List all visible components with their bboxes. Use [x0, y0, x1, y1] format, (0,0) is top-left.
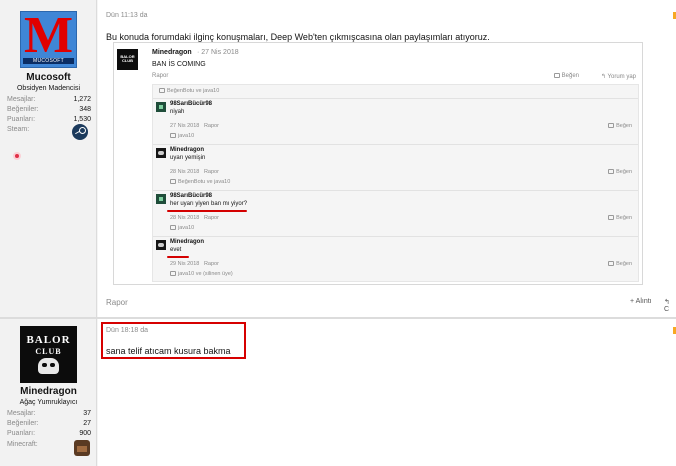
stat-points: Puanları: 900: [7, 430, 91, 437]
minecraft-head-icon[interactable]: [74, 440, 90, 456]
comment-meta: 29 Nis 2018 Rapor: [170, 261, 219, 267]
quote-button[interactable]: + Alıntı: [630, 298, 652, 305]
comment-author[interactable]: Minedragon: [170, 147, 204, 153]
quote-avatar[interactable]: BALOR CLUB: [117, 49, 138, 70]
thumb-up-icon: [170, 133, 176, 138]
stat-likes: Beğeniler: 348: [7, 106, 91, 113]
comment-avatar[interactable]: [156, 194, 166, 204]
quote-report-link[interactable]: Rapor: [152, 73, 168, 79]
thumb-up-icon: [170, 271, 176, 276]
comment-likers[interactable]: java10: [170, 133, 194, 139]
skull-icon: [38, 358, 59, 374]
thumb-up-icon: [608, 169, 615, 174]
post-report-link[interactable]: Rapor: [106, 298, 128, 307]
comment-author[interactable]: 98SarıBücür98: [170, 101, 212, 107]
comment-text: her uyarı yiyen ban mı yiyor?: [170, 201, 248, 207]
red-highlight-annotation: [101, 322, 246, 359]
user-title: Ağaç Yumruklayıcı: [19, 399, 78, 406]
comment-like-button[interactable]: Beğen: [608, 215, 632, 221]
red-underline-annotation: [167, 210, 247, 212]
steam-icon[interactable]: [72, 124, 88, 140]
avatar-letter: M: [23, 7, 74, 64]
comment-meta: 28 Nis 2018 Rapor: [170, 215, 219, 221]
comment-report-link[interactable]: Rapor: [204, 215, 219, 221]
quote-text: BAN İS COMING: [152, 61, 206, 68]
stat-likes: Beğeniler: 27: [7, 420, 91, 427]
comment-report-link[interactable]: Rapor: [204, 123, 219, 129]
embedded-profile-post: BALOR CLUB Minedragon · 27 Nis 2018 BAN …: [113, 42, 643, 285]
thumb-up-icon: [159, 88, 165, 93]
divider: [153, 144, 638, 145]
reply-button[interactable]: ↰ C: [664, 298, 676, 313]
thumb-up-icon: [608, 261, 615, 266]
comment-text: uyarı yemişin: [170, 155, 206, 161]
divider: [153, 98, 638, 99]
quote-comment-button[interactable]: ↰ Yorum yap: [601, 73, 636, 80]
comment-author[interactable]: 98SarıBücür98: [170, 193, 212, 199]
thumb-up-icon: [170, 225, 176, 230]
divider: [153, 190, 638, 191]
comment-like-button[interactable]: Beğen: [608, 261, 632, 267]
stat-messages: Mesajlar: 37: [7, 410, 91, 417]
username[interactable]: Mucosoft: [0, 72, 97, 83]
post-date[interactable]: Dün 11:13 da: [106, 12, 148, 19]
thumb-up-icon: [553, 73, 560, 78]
quote-like-button[interactable]: Beğen: [553, 73, 579, 79]
avatar-text-bottom: CLUB: [35, 347, 62, 356]
comment-like-button[interactable]: Beğen: [608, 123, 632, 129]
thumb-up-icon: [608, 215, 615, 220]
comment-avatar[interactable]: [156, 102, 166, 112]
quote-date: · 27 Nis 2018: [197, 49, 239, 56]
comment-meta: 27 Nis 2018 Rapor: [170, 123, 219, 129]
mucosoft-avatar[interactable]: M MUCOSOFT: [20, 7, 77, 68]
user-title: Obsidyen Madencisi: [16, 85, 81, 92]
thumb-up-icon: [170, 179, 176, 184]
quote-author[interactable]: Minedragon: [152, 49, 192, 56]
minedragon-avatar[interactable]: BALOR CLUB: [20, 326, 77, 383]
comment-meta: 28 Nis 2018 Rapor: [170, 169, 219, 175]
comment-report-link[interactable]: Rapor: [204, 169, 219, 175]
comment-avatar[interactable]: [156, 148, 166, 158]
thumb-up-icon: [608, 123, 615, 128]
comment-report-link[interactable]: Rapor: [204, 261, 219, 267]
red-underline-annotation: [167, 256, 189, 258]
stat-messages: Mesajlar: 1,272: [7, 96, 91, 103]
comment-like-button[interactable]: Beğen: [608, 169, 632, 175]
comments-list: BeğenBotu ve java10 98SarıBücür98 niyah …: [152, 84, 639, 282]
comment-likers[interactable]: java10: [170, 225, 194, 231]
comment-text: niyah: [170, 109, 185, 115]
avatar-caption: MUCOSOFT: [23, 58, 74, 64]
comment-text: evet: [170, 247, 182, 253]
comment-author[interactable]: Minedragon: [170, 239, 204, 245]
username[interactable]: Minedragon: [0, 386, 97, 397]
likers-summary[interactable]: BeğenBotu ve java10: [159, 88, 219, 94]
comment-likers[interactable]: BeğenBotu ve java10: [170, 179, 230, 185]
avatar-text-top: BALOR: [26, 334, 71, 346]
post-body: Bu konuda forumdaki ilginç konuşmaları, …: [106, 32, 490, 42]
comment-avatar[interactable]: [156, 240, 166, 250]
comment-likers[interactable]: java10 ve (silinen üye): [170, 271, 233, 277]
target-icon: [13, 152, 21, 160]
divider: [153, 236, 638, 237]
reply-icon: ↰: [600, 74, 608, 80]
